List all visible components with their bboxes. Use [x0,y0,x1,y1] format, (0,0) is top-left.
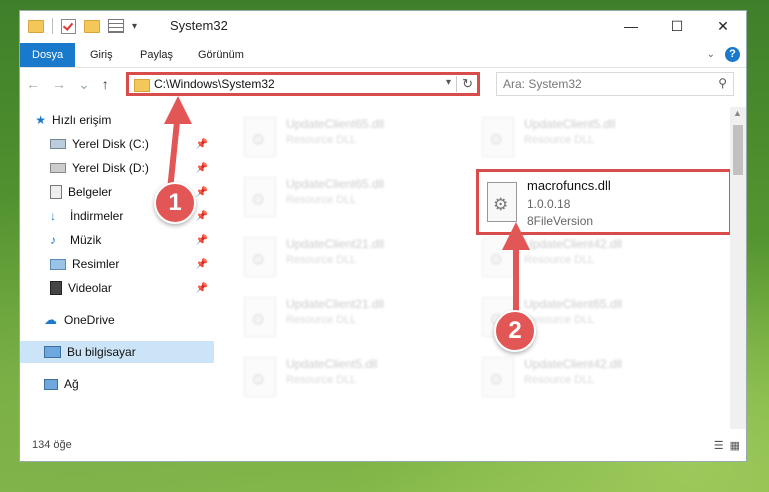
annotation-arrows [164,96,530,318]
arrow-1 [164,96,192,193]
step-1-badge: 1 [154,182,196,224]
step-2-badge: 2 [494,310,536,352]
arrow-2 [502,222,530,318]
